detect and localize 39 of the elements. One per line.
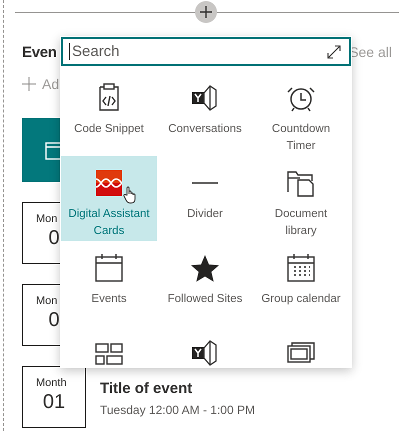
web-part-tile[interactable]: Followed Sites: [157, 241, 253, 326]
tile-label: Conversations: [167, 122, 243, 137]
star-icon: [189, 253, 221, 283]
event-month: Mon: [36, 295, 58, 307]
section-title: Even: [22, 44, 57, 60]
tile-label: Group calendar: [260, 292, 342, 307]
web-part-tile[interactable]: Conversations: [157, 71, 253, 156]
event-day: 0: [48, 309, 60, 332]
web-part-tile[interactable]: Countdown Timer: [253, 71, 349, 156]
wave-card-icon: [93, 168, 125, 198]
event-day: 01: [42, 391, 66, 414]
web-part-tile[interactable]: Group calendar: [253, 241, 349, 326]
event-month: Month: [36, 377, 67, 389]
event-day: 0: [48, 227, 60, 250]
web-part-tile[interactable]: Digital Assistant Cards: [61, 156, 157, 241]
tile-label: Countdown Timer: [270, 122, 332, 154]
calendar-grid-icon: [285, 253, 317, 283]
tile-label: Code Snippet: [73, 122, 145, 137]
calendar-icon: [93, 253, 125, 283]
event-title[interactable]: Title of event: [100, 380, 255, 397]
event-time: Tuesday 12:00 AM - 1:00 PM: [100, 403, 255, 417]
tile-label: Digital Assistant Cards: [67, 207, 151, 239]
web-part-tile[interactable]: Divider: [157, 156, 253, 241]
line-icon: [192, 182, 218, 184]
expand-icon[interactable]: [327, 44, 341, 58]
web-part-tile[interactable]: Document library: [253, 156, 349, 241]
tile-label: Divider: [186, 207, 224, 222]
tile-label: Document library: [274, 207, 328, 239]
plus-icon: [200, 6, 212, 18]
add-section-button[interactable]: [195, 1, 217, 23]
search-field[interactable]: Search: [61, 37, 351, 66]
tile-label: Events: [90, 292, 128, 307]
search-input[interactable]: Search: [70, 43, 327, 60]
tile-label: Followed Sites: [166, 292, 244, 307]
web-part-tile[interactable]: Code Snippet: [61, 71, 157, 156]
plus-icon: [22, 77, 36, 91]
hand-cursor-icon: [123, 186, 137, 204]
web-part-tile[interactable]: Events: [61, 241, 157, 326]
event-month: Mon: [36, 213, 58, 225]
